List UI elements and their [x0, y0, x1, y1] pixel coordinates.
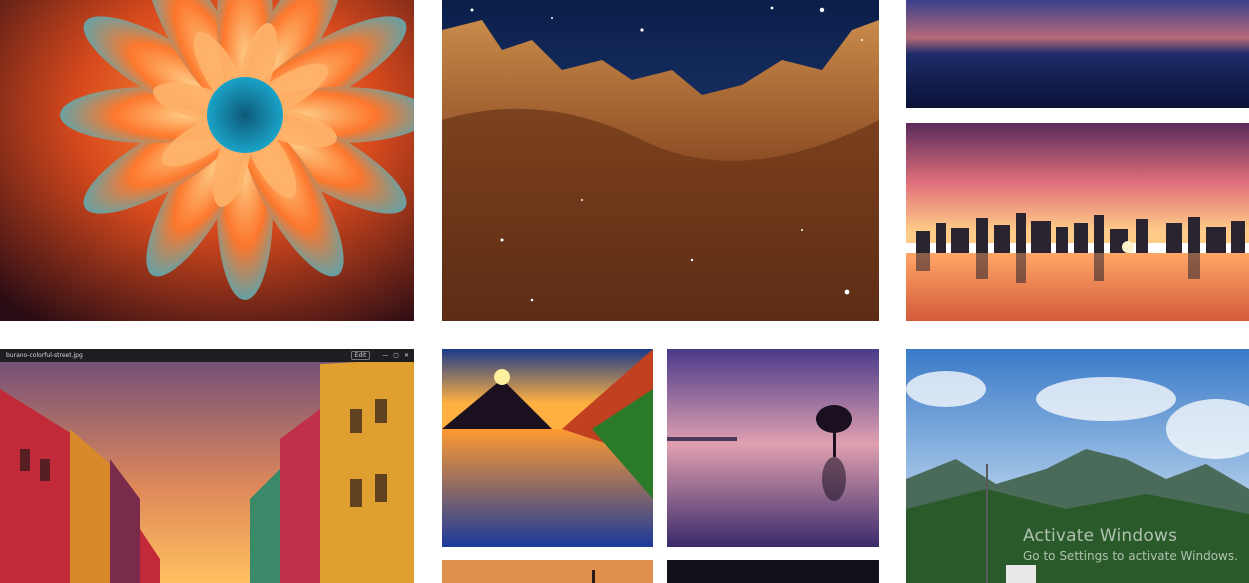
ocean-image	[906, 0, 1249, 108]
gallery-image-city[interactable]	[906, 123, 1249, 321]
city-image	[906, 123, 1249, 321]
image-viewer-title: burano-colorful-street.jpg	[6, 352, 83, 359]
gallery-image-flower[interactable]	[0, 0, 414, 321]
image-viewer-titlebar: burano-colorful-street.jpg Edit — ▢ ✕	[0, 349, 414, 362]
nebula-image	[442, 0, 879, 321]
image-viewer-edit-button[interactable]: Edit	[350, 351, 371, 360]
gallery-image-street[interactable]: burano-colorful-street.jpg Edit — ▢ ✕	[0, 349, 414, 583]
mountains-image	[906, 349, 1249, 583]
gallery-image-partial-2[interactable]	[667, 560, 879, 583]
gallery-image-tree[interactable]	[667, 349, 879, 547]
close-icon[interactable]: ✕	[404, 352, 409, 359]
gallery-image-mountains[interactable]	[906, 349, 1249, 583]
gallery-image-ocean[interactable]	[906, 0, 1249, 108]
gallery-image-partial-1[interactable]	[442, 560, 653, 583]
partial-image-2	[667, 560, 879, 583]
partial-image-1	[442, 560, 653, 583]
minimize-icon[interactable]: —	[382, 352, 388, 359]
gallery-image-lake[interactable]	[442, 349, 653, 547]
flower-image	[0, 0, 414, 321]
maximize-icon[interactable]: ▢	[393, 352, 399, 359]
tree-image	[667, 349, 879, 547]
gallery-image-nebula[interactable]	[442, 0, 879, 321]
lake-image	[442, 349, 653, 547]
street-image	[0, 349, 414, 583]
